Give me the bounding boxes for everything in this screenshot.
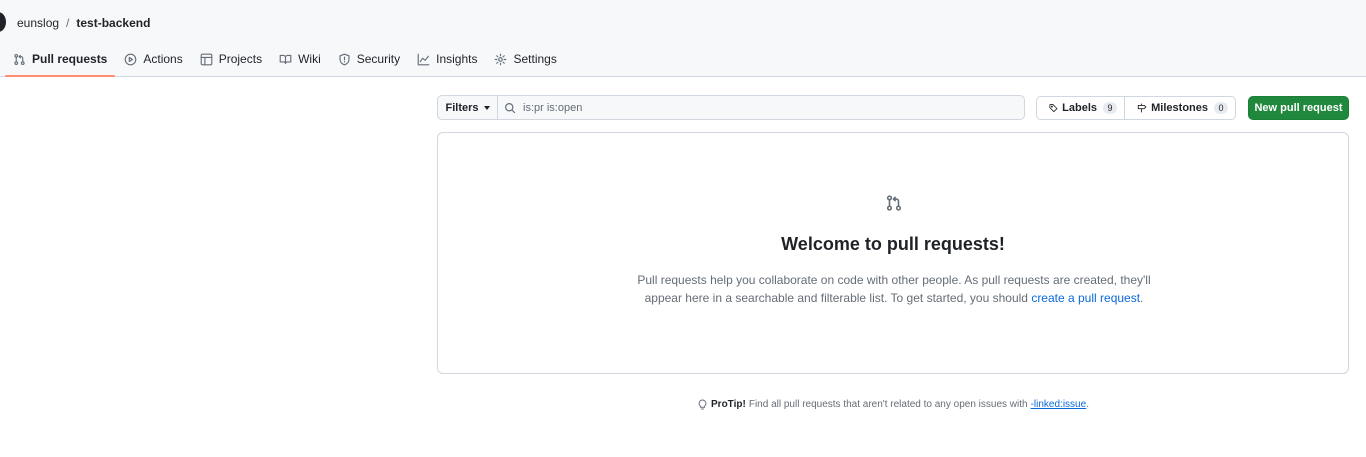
filters-button[interactable]: Filters [437,95,498,120]
filter-bar: Filters [437,95,1025,120]
labels-count-badge: 9 [1103,102,1117,114]
repo-header: eunslog / test-backend Pull requests Act… [0,0,1366,77]
tab-label: Insights [436,52,478,66]
search-input[interactable] [523,101,1003,114]
breadcrumb-separator: / [66,16,70,30]
milestones-label: Milestones [1151,102,1208,114]
labels-milestones-group: Labels 9 Milestones 0 [1036,96,1236,120]
tab-insights[interactable]: Insights [409,44,485,74]
protip-label: ProTip! [711,399,746,410]
git-pull-request-icon [14,53,25,65]
book-icon [279,54,292,64]
tab-security[interactable]: Security [330,44,408,74]
gear-icon [495,53,507,65]
light-bulb-icon [698,399,707,410]
milestones-button[interactable]: Milestones 0 [1125,96,1236,120]
tag-icon [1049,104,1058,113]
protip: ProTip! Find all pull requests that aren… [0,399,1366,410]
tab-wiki[interactable]: Wiki [271,44,329,74]
repo-name-link[interactable]: test-backend [76,16,150,30]
tab-label: Pull requests [32,52,108,66]
tab-settings[interactable]: Settings [486,44,564,74]
tab-pull-requests[interactable]: Pull requests [5,44,116,77]
tab-label: Settings [513,52,557,66]
search-box[interactable] [498,95,1025,120]
graph-icon [417,53,430,65]
shield-icon [339,53,350,65]
protip-text: Find all pull requests that aren't relat… [748,399,1028,410]
linked-issue-link[interactable]: -linked:issue [1031,399,1087,410]
play-icon [125,53,137,65]
labels-label: Labels [1062,102,1097,114]
search-icon [505,102,516,113]
empty-state-end: . [1140,291,1144,305]
owner-avatar[interactable] [0,12,6,32]
tab-label: Projects [218,52,263,66]
empty-state-title: Welcome to pull requests! [781,234,1005,254]
protip-end: . [1086,399,1089,410]
empty-state-description: Pull requests help you collaborate on co… [628,271,1160,307]
repo-owner-link[interactable]: eunslog [17,16,59,30]
repo-nav: Pull requests Actions Projects Wiki Secu… [5,44,566,77]
new-pull-request-button[interactable]: New pull request [1248,96,1349,120]
tab-label: Actions [143,52,183,66]
tab-label: Wiki [298,52,321,66]
tab-actions[interactable]: Actions [116,44,190,74]
caret-down-icon [483,105,490,110]
git-pull-request-icon [886,195,902,211]
labels-button[interactable]: Labels 9 [1036,96,1125,120]
create-pull-request-link[interactable]: create a pull request [1031,291,1140,305]
milestones-count-badge: 0 [1214,102,1228,114]
table-icon [200,53,213,65]
milestone-icon [1137,103,1147,113]
breadcrumb: eunslog / test-backend [17,15,150,31]
tab-projects[interactable]: Projects [192,44,270,74]
filters-label: Filters [445,101,479,114]
tab-label: Security [356,52,401,66]
empty-state: Welcome to pull requests! Pull requests … [437,132,1349,374]
